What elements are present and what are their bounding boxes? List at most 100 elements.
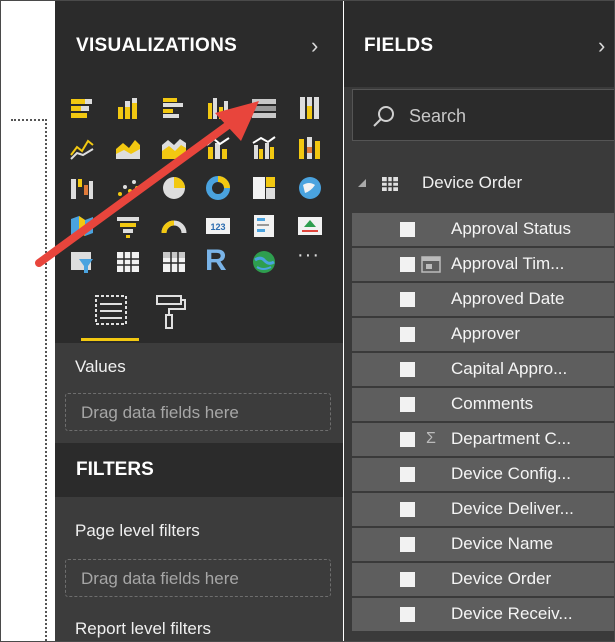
filled-map-icon[interactable] (69, 213, 95, 239)
field-item[interactable]: Approval Tim... (352, 248, 614, 283)
slicer-icon[interactable] (69, 249, 95, 275)
canvas-selection-border-right (45, 119, 47, 641)
table-device-order[interactable]: Device Order (344, 159, 614, 205)
visualizations-title: VISUALIZATIONS (76, 35, 238, 56)
field-item[interactable]: Approver (352, 318, 614, 353)
fields-pane: FIELDS › Search Device Order Approval St… (344, 1, 614, 641)
field-label: Approver (451, 324, 520, 343)
values-drop-zone[interactable]: Drag data fields here (65, 393, 331, 431)
card-icon[interactable]: 123 (205, 213, 231, 239)
fields-title: FIELDS (364, 35, 434, 56)
kpi-icon[interactable] (297, 213, 323, 239)
stacked-area-icon[interactable] (161, 135, 187, 161)
field-label: Device Deliver... (451, 499, 574, 518)
field-label: Capital Appro... (451, 359, 568, 378)
matrix-icon[interactable] (161, 249, 187, 275)
globe-icon[interactable] (251, 249, 277, 275)
table-icon[interactable] (115, 249, 141, 275)
field-label: Device Order (451, 569, 552, 588)
filters-title: FILTERS (76, 459, 154, 480)
field-checkbox[interactable] (400, 397, 415, 412)
donut-chart-icon[interactable] (205, 175, 231, 201)
field-checkbox[interactable] (400, 292, 415, 307)
field-item[interactable]: Device Receiv... (352, 598, 614, 633)
field-item[interactable]: Approved Date (352, 283, 614, 318)
values-label: Values (75, 357, 126, 376)
expand-triangle-icon[interactable] (357, 178, 367, 188)
line-stacked-column-icon[interactable] (205, 135, 231, 161)
field-label: Device Config... (451, 464, 571, 483)
field-item[interactable]: Approval Status (352, 213, 614, 248)
map-icon[interactable] (297, 175, 323, 201)
r-visual-icon[interactable]: R (205, 245, 231, 277)
page-level-filters-label: Page level filters (75, 521, 200, 540)
clustered-bar-icon[interactable] (161, 95, 187, 121)
field-label: Device Name (451, 534, 554, 553)
fields-search-input[interactable]: Search (352, 89, 614, 141)
fields-header: FIELDS › (344, 1, 614, 87)
field-label: Department C... (451, 429, 571, 448)
stacked-column-icon[interactable] (115, 95, 141, 121)
tab-fields-wells[interactable] (77, 285, 143, 343)
funnel-icon[interactable] (115, 213, 141, 239)
field-item[interactable]: Device Order (352, 563, 614, 598)
visualization-tabs (55, 285, 343, 343)
waterfall-icon[interactable] (69, 175, 95, 201)
field-checkbox[interactable] (400, 607, 415, 622)
field-checkbox[interactable] (400, 467, 415, 482)
clustered-column-icon[interactable] (205, 95, 231, 121)
field-item[interactable]: Device Config... (352, 458, 614, 493)
report-canvas-edge[interactable] (1, 1, 55, 641)
powerbi-panel-frame: VISUALIZATIONS › 123 R ··· Values Drag d… (0, 0, 615, 642)
field-item[interactable]: Device Name (352, 528, 614, 563)
active-tab-indicator (81, 338, 139, 341)
filters-header: FILTERS (55, 445, 343, 497)
field-checkbox[interactable] (400, 572, 415, 587)
field-item[interactable]: Comments (352, 388, 614, 423)
collapse-fields-chevron-icon[interactable]: › (598, 33, 605, 59)
values-well: Values Drag data fields here (55, 343, 343, 443)
field-checkbox[interactable] (400, 362, 415, 377)
field-label: Approval Tim... (451, 254, 565, 273)
report-level-filters-label: Report level filters (75, 619, 212, 638)
field-checkbox[interactable] (400, 257, 415, 272)
gauge-icon[interactable] (161, 213, 187, 239)
field-checkbox[interactable] (400, 432, 415, 447)
pie-chart-icon[interactable] (161, 175, 187, 201)
field-label: Approval Status (451, 219, 572, 238)
stacked-bar-icon[interactable] (69, 95, 95, 121)
treemap-icon[interactable] (251, 175, 277, 201)
search-placeholder: Search (409, 106, 467, 126)
field-label: Comments (451, 394, 534, 413)
card-icon-text: 123 (210, 222, 225, 232)
field-checkbox[interactable] (400, 537, 415, 552)
scatter-icon[interactable] (115, 175, 141, 201)
field-label: Device Receiv... (451, 604, 573, 623)
field-item[interactable]: Capital Appro... (352, 353, 614, 388)
100-stacked-bar-icon[interactable] (251, 95, 277, 121)
filters-section: Page level filters Drag data fields here… (55, 497, 343, 641)
fields-well-icon (95, 295, 127, 325)
line-clustered-column-icon[interactable] (251, 135, 277, 161)
field-checkbox[interactable] (400, 222, 415, 237)
collapse-visualizations-chevron-icon[interactable]: › (311, 33, 318, 59)
area-chart-icon[interactable] (115, 135, 141, 161)
100-stacked-column-icon[interactable] (297, 95, 323, 121)
field-checkbox[interactable] (400, 502, 415, 517)
field-item[interactable]: Device Deliver... (352, 493, 614, 528)
field-label: Approved Date (451, 289, 565, 308)
canvas-selection-border-top (11, 119, 47, 121)
page-filters-drop-zone[interactable]: Drag data fields here (65, 559, 331, 597)
ribbon-chart-icon[interactable] (297, 135, 323, 161)
line-chart-icon[interactable] (69, 135, 95, 161)
date-hierarchy-icon (421, 256, 441, 273)
multi-row-card-icon[interactable] (251, 213, 277, 239)
sigma-icon: Σ (426, 430, 436, 447)
field-item[interactable]: Σ Department C... (352, 423, 614, 458)
table-icon (382, 177, 398, 191)
format-paint-roller-icon[interactable] (151, 291, 191, 331)
visualizations-header: VISUALIZATIONS › (55, 1, 343, 87)
visual-gallery: 123 R ··· (65, 89, 333, 285)
field-checkbox[interactable] (400, 327, 415, 342)
more-icon[interactable]: ··· (297, 245, 323, 271)
